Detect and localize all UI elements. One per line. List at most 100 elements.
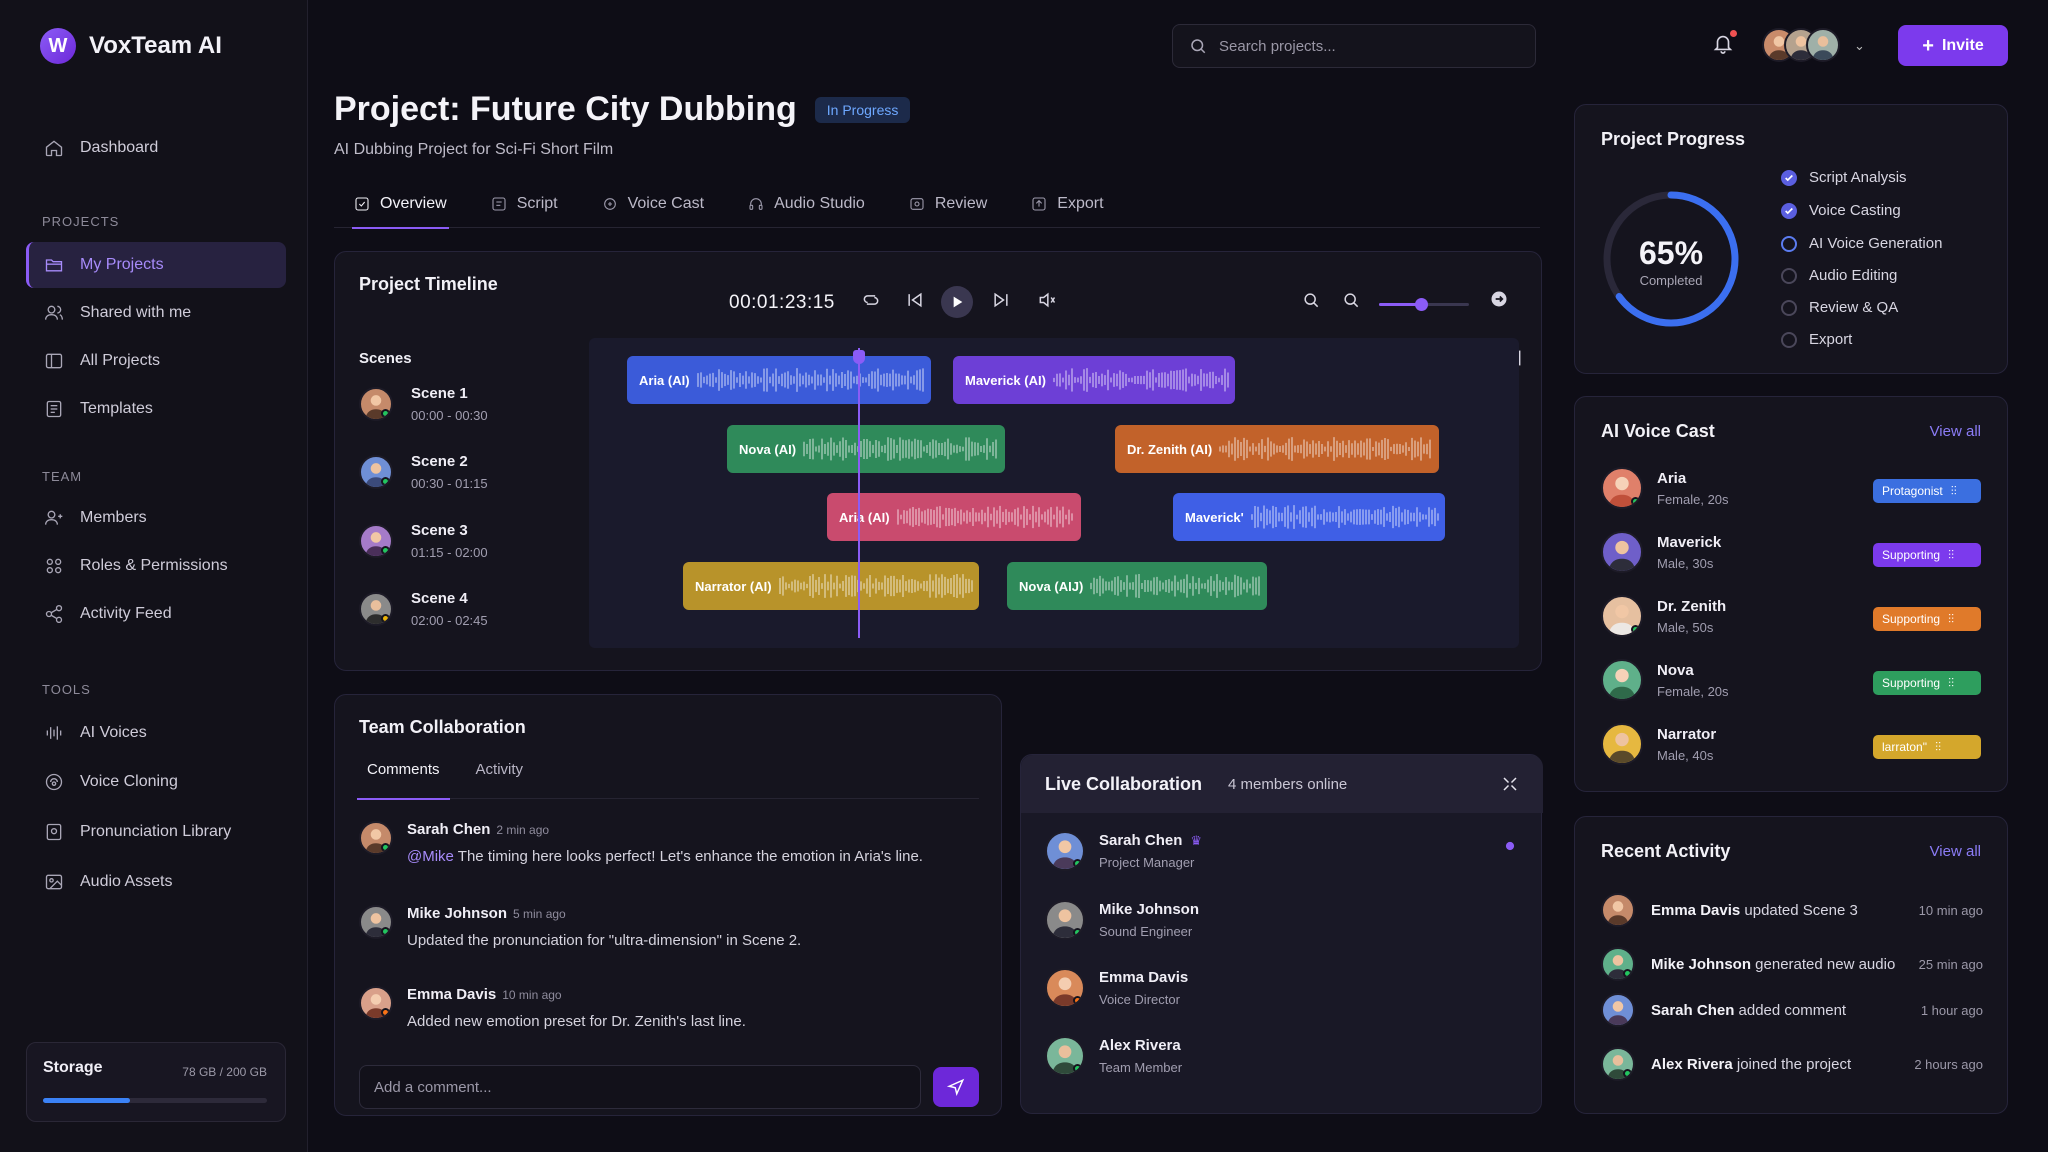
comment-box[interactable] bbox=[359, 1065, 921, 1109]
loop-button[interactable] bbox=[861, 290, 881, 310]
nav-dashboard[interactable]: Dashboard bbox=[26, 125, 286, 171]
storage-bar bbox=[43, 1098, 267, 1103]
tab-comments[interactable]: Comments bbox=[357, 761, 450, 800]
cast-view-all-link[interactable]: View all bbox=[1930, 423, 1981, 440]
scene-row[interactable]: Scene 4 02:00 - 02:45 bbox=[359, 590, 488, 628]
nav-activity-feed[interactable]: Activity Feed bbox=[26, 591, 286, 637]
zoom-slider[interactable] bbox=[1379, 298, 1469, 311]
notifications-button[interactable] bbox=[1712, 30, 1737, 54]
tab-audio-studio[interactable]: Audio Studio bbox=[748, 180, 865, 228]
avatar bbox=[359, 986, 393, 1020]
avatar bbox=[1601, 467, 1643, 509]
cast-row[interactable]: Maverick Male, 30s bbox=[1601, 531, 1721, 573]
nav-pronunciation[interactable]: Pronunciation Library bbox=[26, 809, 286, 855]
activity-item: Sarah Chen added comment 1 hour ago bbox=[1601, 993, 1983, 1027]
zoom-in-button[interactable] bbox=[1301, 290, 1321, 310]
nav-ai-voices[interactable]: AI Voices bbox=[26, 710, 286, 756]
settings-button[interactable] bbox=[1489, 289, 1509, 309]
skip-forward-button[interactable] bbox=[991, 290, 1011, 310]
more-icon[interactable] bbox=[1503, 839, 1517, 853]
review-icon bbox=[910, 198, 924, 210]
nav-shared[interactable]: Shared with me bbox=[26, 290, 286, 336]
roles-icon bbox=[46, 558, 62, 574]
tab-export[interactable]: Export bbox=[1031, 180, 1104, 228]
waveform-icon: ⫶⫶ bbox=[1948, 611, 1955, 626]
status-badge: In Progress bbox=[814, 96, 911, 123]
search-box[interactable] bbox=[1172, 24, 1536, 68]
mention-link[interactable]: @Mike bbox=[407, 848, 454, 865]
tab-review[interactable]: Review bbox=[909, 180, 987, 228]
waveform bbox=[778, 574, 973, 598]
waveform bbox=[1219, 437, 1431, 461]
scene-row[interactable]: Scene 1 00:00 - 00:30 bbox=[359, 385, 488, 423]
recent-activity-panel: Recent Activity View all Emma Davis upda… bbox=[1574, 816, 2008, 1114]
scene-name: Scene 4 bbox=[411, 590, 468, 607]
nav-audio-assets[interactable]: Audio Assets bbox=[26, 859, 286, 905]
role-badge[interactable]: Supporting ⫶⫶ bbox=[1873, 671, 1981, 695]
avatar bbox=[1601, 1047, 1635, 1081]
cast-row[interactable]: Dr. Zenith Male, 50s bbox=[1601, 595, 1726, 637]
progress-step: AI Voice Generation bbox=[1781, 235, 1942, 252]
nav-my-projects[interactable]: My Projects bbox=[26, 242, 286, 288]
audio-clip[interactable]: Aria (AI) bbox=[627, 356, 931, 404]
audio-clip[interactable]: Maverick (AI) bbox=[953, 356, 1235, 404]
audio-clip[interactable]: Aria (AI) bbox=[827, 493, 1081, 541]
playhead-handle[interactable] bbox=[853, 350, 865, 364]
cast-row[interactable]: Nova Female, 20s bbox=[1601, 659, 1729, 701]
nav-voice-cloning[interactable]: Voice Cloning bbox=[26, 759, 286, 805]
role-badge[interactable]: larraton" ⫶⫶ bbox=[1873, 735, 1981, 759]
zoom-out-button[interactable] bbox=[1341, 290, 1361, 310]
role-badge[interactable]: Protagonist ⫶⫶ bbox=[1873, 479, 1981, 503]
progress-step: Voice Casting bbox=[1781, 202, 1901, 219]
scene-row[interactable]: Scene 2 00:30 - 01:15 bbox=[359, 453, 488, 491]
scene-row[interactable]: Scene 3 01:15 - 02:00 bbox=[359, 522, 488, 560]
tab-script[interactable]: Script bbox=[491, 180, 558, 228]
track-area[interactable]: Aria (AI) Maverick (AI) Nova (AI) Dr. Ze… bbox=[589, 338, 1519, 648]
nav-members[interactable]: Members bbox=[26, 495, 286, 541]
waveform bbox=[896, 505, 1073, 529]
cast-row[interactable]: Aria Female, 20s bbox=[1601, 467, 1729, 509]
progress-step: Export bbox=[1781, 331, 1852, 348]
member-row[interactable]: Mike Johnson Sound Engineer bbox=[1045, 900, 1199, 940]
waveform-icon: ⫶⫶ bbox=[1948, 675, 1955, 690]
skip-back-button[interactable] bbox=[905, 290, 925, 310]
tab-activity[interactable]: Activity bbox=[476, 761, 524, 799]
cast-row[interactable]: Narrator Male, 40s bbox=[1601, 723, 1716, 765]
clip-label: Narrator (AI) bbox=[695, 578, 772, 594]
play-button[interactable] bbox=[941, 286, 973, 318]
member-row[interactable]: Sarah Chen ♛ Project Manager bbox=[1045, 831, 1202, 871]
activity-item: Alex Rivera joined the project 2 hours a… bbox=[1601, 1047, 1983, 1081]
chevron-down-icon[interactable]: ⌄ bbox=[1854, 38, 1865, 54]
search-input[interactable] bbox=[1219, 37, 1499, 55]
app-logo[interactable]: W VoxTeam AI bbox=[40, 28, 222, 64]
nav-roles[interactable]: Roles & Permissions bbox=[26, 543, 286, 589]
invite-button[interactable]: + Invite bbox=[1898, 25, 2008, 66]
tab-voice-cast[interactable]: Voice Cast bbox=[602, 180, 704, 228]
cast-meta: Male, 50s bbox=[1657, 619, 1714, 635]
online-indicator bbox=[1631, 497, 1640, 506]
member-row[interactable]: Alex Rivera Team Member bbox=[1045, 1036, 1182, 1076]
nav-all-projects[interactable]: All Projects bbox=[26, 338, 286, 384]
audio-clip[interactable]: Nova (AIJ) bbox=[1007, 562, 1267, 610]
nav-templates[interactable]: Templates bbox=[26, 386, 286, 432]
nav-label: All Projects bbox=[80, 352, 161, 369]
scene-time: 02:00 - 02:45 bbox=[411, 613, 488, 628]
role-badge[interactable]: Supporting ⫶⫶ bbox=[1873, 543, 1981, 567]
team-avatars[interactable] bbox=[1762, 28, 1840, 62]
tab-label: Script bbox=[516, 195, 558, 212]
role-badge[interactable]: Supporting ⫶⫶ bbox=[1873, 607, 1981, 631]
zoom-slider-handle[interactable] bbox=[1415, 298, 1428, 311]
tab-overview[interactable]: Overview bbox=[352, 180, 449, 229]
comment-input[interactable] bbox=[374, 1078, 894, 1096]
volume-button[interactable] bbox=[1037, 290, 1057, 310]
send-button[interactable] bbox=[933, 1067, 979, 1107]
audio-clip[interactable]: Dr. Zenith (AI) bbox=[1115, 425, 1439, 473]
playhead[interactable] bbox=[858, 348, 860, 638]
collapse-icon[interactable] bbox=[1501, 775, 1519, 793]
avatar bbox=[359, 905, 393, 939]
audio-clip[interactable]: Narrator (AI) bbox=[683, 562, 979, 610]
audio-clip[interactable]: Nova (AI) bbox=[727, 425, 1005, 473]
audio-clip[interactable]: Maverick' bbox=[1173, 493, 1445, 541]
member-row[interactable]: Emma Davis Voice Director bbox=[1045, 968, 1188, 1008]
activity-view-all-link[interactable]: View all bbox=[1930, 843, 1981, 860]
